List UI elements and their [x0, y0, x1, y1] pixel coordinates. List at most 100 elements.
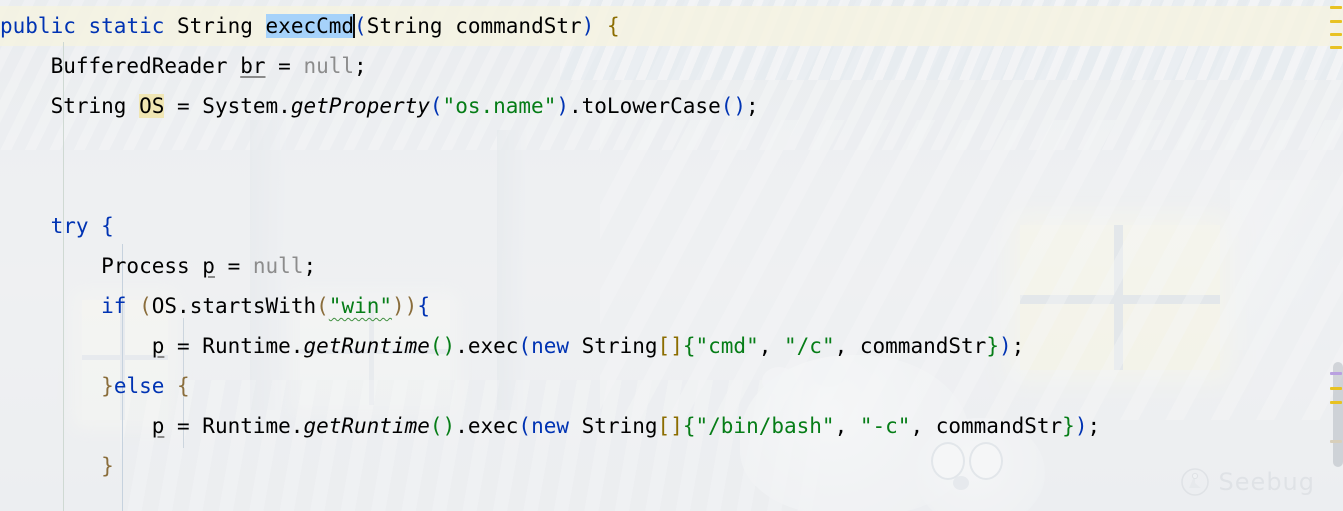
- code-token: null: [303, 54, 355, 78]
- code-token: "/bin/bash": [695, 414, 835, 438]
- code-token: }: [1062, 414, 1075, 438]
- code-token: br: [240, 54, 266, 78]
- code-token: (: [429, 94, 443, 118]
- code-token: ): [404, 294, 418, 318]
- code-token: [: [657, 414, 671, 438]
- code-token: public: [0, 14, 76, 38]
- code-token: (: [720, 94, 734, 118]
- code-line[interactable]: if (OS.startsWith("win")){: [0, 286, 1343, 326]
- code-token: "-c": [859, 414, 911, 438]
- code-token: ): [442, 334, 456, 358]
- code-token: ]: [670, 414, 683, 438]
- code-token: ): [733, 94, 747, 118]
- code-line[interactable]: BufferedReader br = null;: [0, 46, 1343, 86]
- vertical-scrollbar-thumb[interactable]: [1333, 362, 1343, 467]
- marker-stripe-0[interactable]: [1330, 6, 1342, 9]
- code-line[interactable]: [0, 166, 1343, 206]
- code-token: "os.name": [442, 94, 557, 118]
- code-token: String: [569, 334, 658, 358]
- code-token: (: [139, 294, 152, 318]
- code-token: (: [429, 414, 443, 438]
- code-token: OS: [139, 94, 165, 118]
- code-token: ;: [1011, 334, 1025, 358]
- marker-stripe-gutter[interactable]: [1329, 0, 1343, 511]
- code-token: (: [518, 414, 532, 438]
- marker-stripe-3[interactable]: [1330, 46, 1342, 49]
- code-token: new: [531, 414, 570, 438]
- code-token: ): [442, 414, 456, 438]
- code-token: ,: [758, 334, 785, 358]
- code-token: .exec: [455, 414, 519, 438]
- code-token: p: [202, 254, 215, 278]
- code-line[interactable]: try {: [0, 206, 1343, 246]
- code-token: "/c": [784, 334, 835, 358]
- code-token: (: [518, 334, 532, 358]
- code-token: null: [252, 254, 304, 278]
- code-token: = Runtime.: [164, 414, 304, 438]
- code-lines[interactable]: public static String execCmd(String comm…: [0, 0, 1343, 511]
- code-token: ,: [834, 414, 860, 438]
- marker-stripe-1[interactable]: [1330, 20, 1342, 23]
- code-line[interactable]: String OS = System.getProperty("os.name"…: [0, 86, 1343, 126]
- code-token: (: [354, 14, 367, 38]
- code-token: else: [113, 374, 165, 398]
- code-token: {: [682, 414, 696, 438]
- bug-circle-icon: [1180, 467, 1210, 497]
- code-token: =: [214, 254, 253, 278]
- marker-stripe-7[interactable]: [1330, 440, 1342, 443]
- code-line[interactable]: [0, 126, 1343, 166]
- marker-stripe-5[interactable]: [1330, 387, 1342, 390]
- code-token: try: [50, 214, 89, 238]
- code-token: ): [998, 334, 1012, 358]
- code-line[interactable]: p = Runtime.getRuntime().exec(new String…: [0, 406, 1343, 446]
- watermark-label: Seebug: [1218, 468, 1315, 496]
- code-line[interactable]: public static String execCmd(String comm…: [0, 6, 1343, 46]
- marker-stripe-2[interactable]: [1330, 33, 1342, 36]
- code-token: String: [569, 414, 658, 438]
- code-line[interactable]: Process p = null;: [0, 246, 1343, 286]
- code-token: ]: [670, 334, 683, 358]
- marker-stripe-6[interactable]: [1330, 401, 1342, 404]
- code-token: }: [986, 334, 999, 358]
- code-line[interactable]: }else {: [0, 366, 1343, 406]
- code-token: OS.startsWith: [151, 294, 317, 318]
- code-token: {: [101, 214, 114, 238]
- marker-stripe-4[interactable]: [1330, 372, 1342, 375]
- code-token: String: [0, 94, 140, 118]
- code-token: getRuntime: [303, 334, 430, 358]
- code-token: ): [581, 14, 595, 38]
- code-token: = Runtime.: [164, 334, 304, 358]
- code-token: getProperty: [290, 94, 430, 118]
- code-token: = System.: [164, 94, 291, 118]
- code-token: String: [164, 14, 266, 38]
- code-editor[interactable]: public static String execCmd(String comm…: [0, 0, 1343, 511]
- code-token: }: [101, 454, 114, 478]
- code-token: ;: [303, 254, 317, 278]
- code-token: , commandStr: [834, 334, 987, 358]
- code-line[interactable]: }: [0, 446, 1343, 486]
- seebug-watermark: Seebug: [1180, 467, 1315, 497]
- code-token: {: [417, 294, 430, 318]
- code-token: if: [101, 294, 127, 318]
- code-line[interactable]: p = Runtime.getRuntime().exec(new String…: [0, 326, 1343, 366]
- code-token: ;: [746, 94, 759, 118]
- code-token: Process: [0, 254, 203, 278]
- code-token: [: [657, 334, 671, 358]
- code-token: .exec: [455, 334, 519, 358]
- code-token: {: [682, 334, 696, 358]
- code-token: ): [1074, 414, 1088, 438]
- code-token: execCmd: [265, 14, 355, 38]
- code-token: .toLowerCase: [569, 94, 721, 118]
- code-token: BufferedReader: [0, 54, 241, 78]
- code-token: {: [606, 14, 620, 38]
